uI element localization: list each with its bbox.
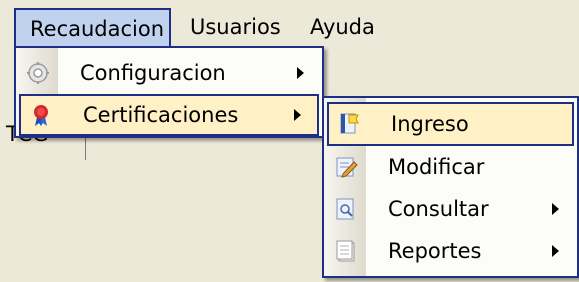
menu-recaudacion-label: Recaudacion	[30, 17, 165, 41]
menu-item-ingreso[interactable]: Ingreso	[327, 102, 574, 146]
edit-document-icon	[334, 155, 358, 179]
menu-recaudacion[interactable]: Recaudacion	[14, 8, 171, 46]
certificaciones-submenu: Ingreso Modificar Consultar Reportes	[322, 96, 579, 278]
menu-item-configuracion[interactable]: Configuracion	[16, 52, 322, 94]
submenu-arrow-icon	[297, 67, 304, 79]
flag-document-icon	[337, 112, 361, 136]
menu-bar: Recaudacion Usuarios Ayuda	[0, 0, 579, 46]
recaudacion-dropdown: Configuracion Certificaciones	[14, 46, 324, 138]
submenu-arrow-icon	[552, 203, 559, 215]
menu-usuarios[interactable]: Usuarios	[176, 8, 295, 46]
submenu-arrow-icon	[294, 109, 301, 121]
menu-item-consultar[interactable]: Consultar	[324, 188, 577, 230]
menu-item-certificaciones[interactable]: Certificaciones	[19, 94, 319, 136]
report-document-icon	[334, 239, 358, 263]
award-ribbon-icon	[29, 103, 53, 127]
search-document-icon	[334, 197, 358, 221]
menu-item-consultar-label: Consultar	[388, 197, 489, 221]
menu-usuarios-label: Usuarios	[190, 15, 281, 39]
menu-item-reportes[interactable]: Reportes	[324, 230, 577, 272]
menu-item-reportes-label: Reportes	[388, 239, 482, 263]
menu-item-certificaciones-label: Certificaciones	[83, 103, 239, 127]
menu-ayuda[interactable]: Ayuda	[296, 8, 389, 46]
menu-ayuda-label: Ayuda	[310, 15, 375, 39]
submenu-arrow-icon	[552, 245, 559, 257]
gear-icon	[26, 61, 50, 85]
menu-item-ingreso-label: Ingreso	[391, 112, 469, 136]
menu-item-modificar-label: Modificar	[388, 155, 485, 179]
menu-item-modificar[interactable]: Modificar	[324, 146, 577, 188]
menu-item-configuracion-label: Configuracion	[80, 61, 226, 85]
